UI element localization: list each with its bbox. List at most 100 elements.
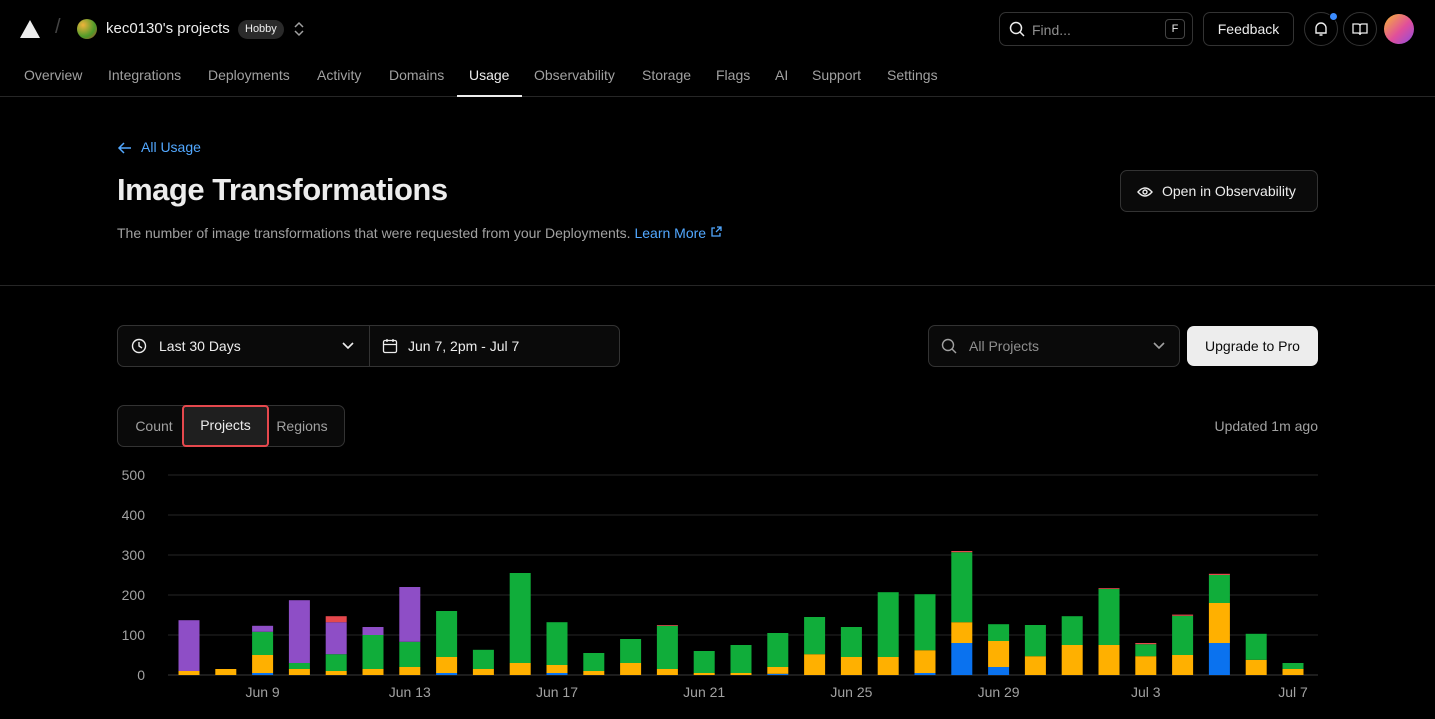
search-icon bbox=[941, 338, 957, 354]
bar-segment bbox=[914, 673, 936, 675]
x-tick-label: Jul 7 bbox=[1278, 684, 1308, 700]
notification-dot bbox=[1329, 12, 1338, 21]
nav-flags[interactable]: Flags bbox=[716, 67, 750, 83]
bar-segment bbox=[583, 671, 605, 675]
nav-storage[interactable]: Storage bbox=[642, 67, 691, 83]
updated-timestamp: Updated 1m ago bbox=[1214, 418, 1318, 434]
bar-segment bbox=[804, 617, 826, 655]
notifications-button[interactable] bbox=[1304, 12, 1338, 46]
bar-segment bbox=[546, 673, 568, 675]
x-tick-label: Jun 21 bbox=[683, 684, 725, 700]
bar-segment bbox=[436, 673, 458, 675]
bar-segment bbox=[767, 633, 789, 667]
clock-icon bbox=[131, 338, 147, 354]
nav-usage[interactable]: Usage bbox=[469, 67, 509, 83]
back-to-all-usage-link[interactable]: All Usage bbox=[117, 139, 201, 155]
bar-segment bbox=[1208, 575, 1230, 603]
chevron-down-icon bbox=[342, 342, 354, 350]
search-icon bbox=[1009, 21, 1025, 37]
x-tick-label: Jul 3 bbox=[1131, 684, 1161, 700]
x-tick-label: Jun 25 bbox=[830, 684, 872, 700]
bar-segment bbox=[252, 625, 274, 632]
chevron-down-icon bbox=[1153, 342, 1165, 350]
time-filter-group: Last 30 Days Jun 7, 2pm - Jul 7 bbox=[117, 325, 620, 367]
external-link-icon bbox=[711, 226, 722, 237]
bar-segment bbox=[1208, 603, 1230, 643]
y-tick-label: 500 bbox=[122, 467, 146, 483]
x-tick-label: Jun 29 bbox=[978, 684, 1020, 700]
page-description: The number of image transformations that… bbox=[117, 225, 722, 241]
bar-segment bbox=[656, 669, 678, 675]
bar-segment bbox=[1282, 663, 1304, 669]
bar-segment bbox=[730, 645, 752, 673]
bar-segment bbox=[472, 669, 494, 675]
bar-segment bbox=[620, 663, 642, 675]
nav-activity[interactable]: Activity bbox=[317, 67, 361, 83]
y-tick-label: 200 bbox=[122, 587, 146, 603]
nav-domains[interactable]: Domains bbox=[389, 67, 444, 83]
open-in-observability-button[interactable]: Open in Observability bbox=[1120, 170, 1318, 212]
bar-segment bbox=[877, 657, 899, 675]
project-select[interactable]: All Projects bbox=[928, 325, 1180, 367]
nav-observability[interactable]: Observability bbox=[534, 67, 615, 83]
bar-segment bbox=[951, 551, 973, 553]
date-range-picker[interactable]: Jun 7, 2pm - Jul 7 bbox=[370, 326, 620, 366]
bar-segment bbox=[399, 667, 421, 675]
bar-segment bbox=[362, 627, 384, 635]
book-icon bbox=[1352, 23, 1368, 36]
bar-segment bbox=[252, 655, 274, 673]
bar-segment bbox=[252, 673, 274, 675]
nav-overview[interactable]: Overview bbox=[24, 67, 82, 83]
range-select-value: Last 30 Days bbox=[159, 338, 241, 354]
nav-support[interactable]: Support bbox=[812, 67, 861, 83]
learn-more-label: Learn More bbox=[634, 225, 707, 241]
bar-segment bbox=[1061, 645, 1083, 675]
bar-segment bbox=[1024, 625, 1046, 657]
bar-segment bbox=[693, 651, 715, 673]
vercel-logo-icon[interactable] bbox=[20, 20, 40, 38]
search-input[interactable]: Find... F bbox=[999, 12, 1193, 46]
bar-segment bbox=[178, 671, 200, 675]
user-avatar[interactable] bbox=[1384, 14, 1414, 44]
y-tick-label: 300 bbox=[122, 547, 146, 563]
bar-segment bbox=[288, 600, 310, 663]
observability-button-label: Open in Observability bbox=[1162, 183, 1296, 199]
upgrade-to-pro-button[interactable]: Upgrade to Pro bbox=[1187, 326, 1318, 366]
tab-count[interactable]: Count bbox=[122, 406, 186, 446]
bar-segment bbox=[767, 667, 789, 674]
bar-segment bbox=[288, 669, 310, 675]
nav-ai[interactable]: AI bbox=[775, 67, 788, 83]
team-avatar[interactable] bbox=[77, 19, 97, 39]
bar-segment bbox=[215, 669, 237, 675]
main-nav: Overview Integrations Deployments Activi… bbox=[0, 58, 1435, 97]
bar-segment bbox=[1098, 589, 1120, 645]
feedback-button[interactable]: Feedback bbox=[1203, 12, 1294, 46]
bar-segment bbox=[1208, 573, 1230, 575]
nav-deployments[interactable]: Deployments bbox=[208, 67, 290, 83]
description-text: The number of image transformations that… bbox=[117, 225, 631, 241]
range-select[interactable]: Last 30 Days bbox=[118, 326, 369, 366]
bar-segment bbox=[546, 665, 568, 673]
bar-segment bbox=[656, 625, 678, 669]
learn-more-link[interactable]: Learn More bbox=[634, 225, 722, 241]
chevron-up-down-icon[interactable] bbox=[292, 20, 306, 38]
observability-icon bbox=[1137, 187, 1153, 197]
bar-segment bbox=[1282, 669, 1304, 675]
tab-regions[interactable]: Regions bbox=[268, 406, 336, 446]
chart-view-tabs: Count Projects Regions bbox=[117, 405, 345, 447]
bar-segment bbox=[325, 616, 347, 623]
bar-segment bbox=[362, 669, 384, 675]
bar-segment bbox=[1172, 614, 1194, 616]
search-placeholder: Find... bbox=[1032, 22, 1071, 38]
bar-segment bbox=[693, 673, 715, 675]
nav-integrations[interactable]: Integrations bbox=[108, 67, 181, 83]
docs-button[interactable] bbox=[1343, 12, 1377, 46]
bar-segment bbox=[325, 671, 347, 675]
y-tick-label: 100 bbox=[122, 627, 146, 643]
breadcrumb-separator: / bbox=[55, 16, 61, 38]
tab-projects[interactable]: Projects bbox=[182, 405, 269, 447]
team-name[interactable]: kec0130's projects bbox=[106, 20, 230, 37]
nav-settings[interactable]: Settings bbox=[887, 67, 938, 83]
x-tick-label: Jun 13 bbox=[389, 684, 431, 700]
bar-segment bbox=[546, 622, 568, 665]
